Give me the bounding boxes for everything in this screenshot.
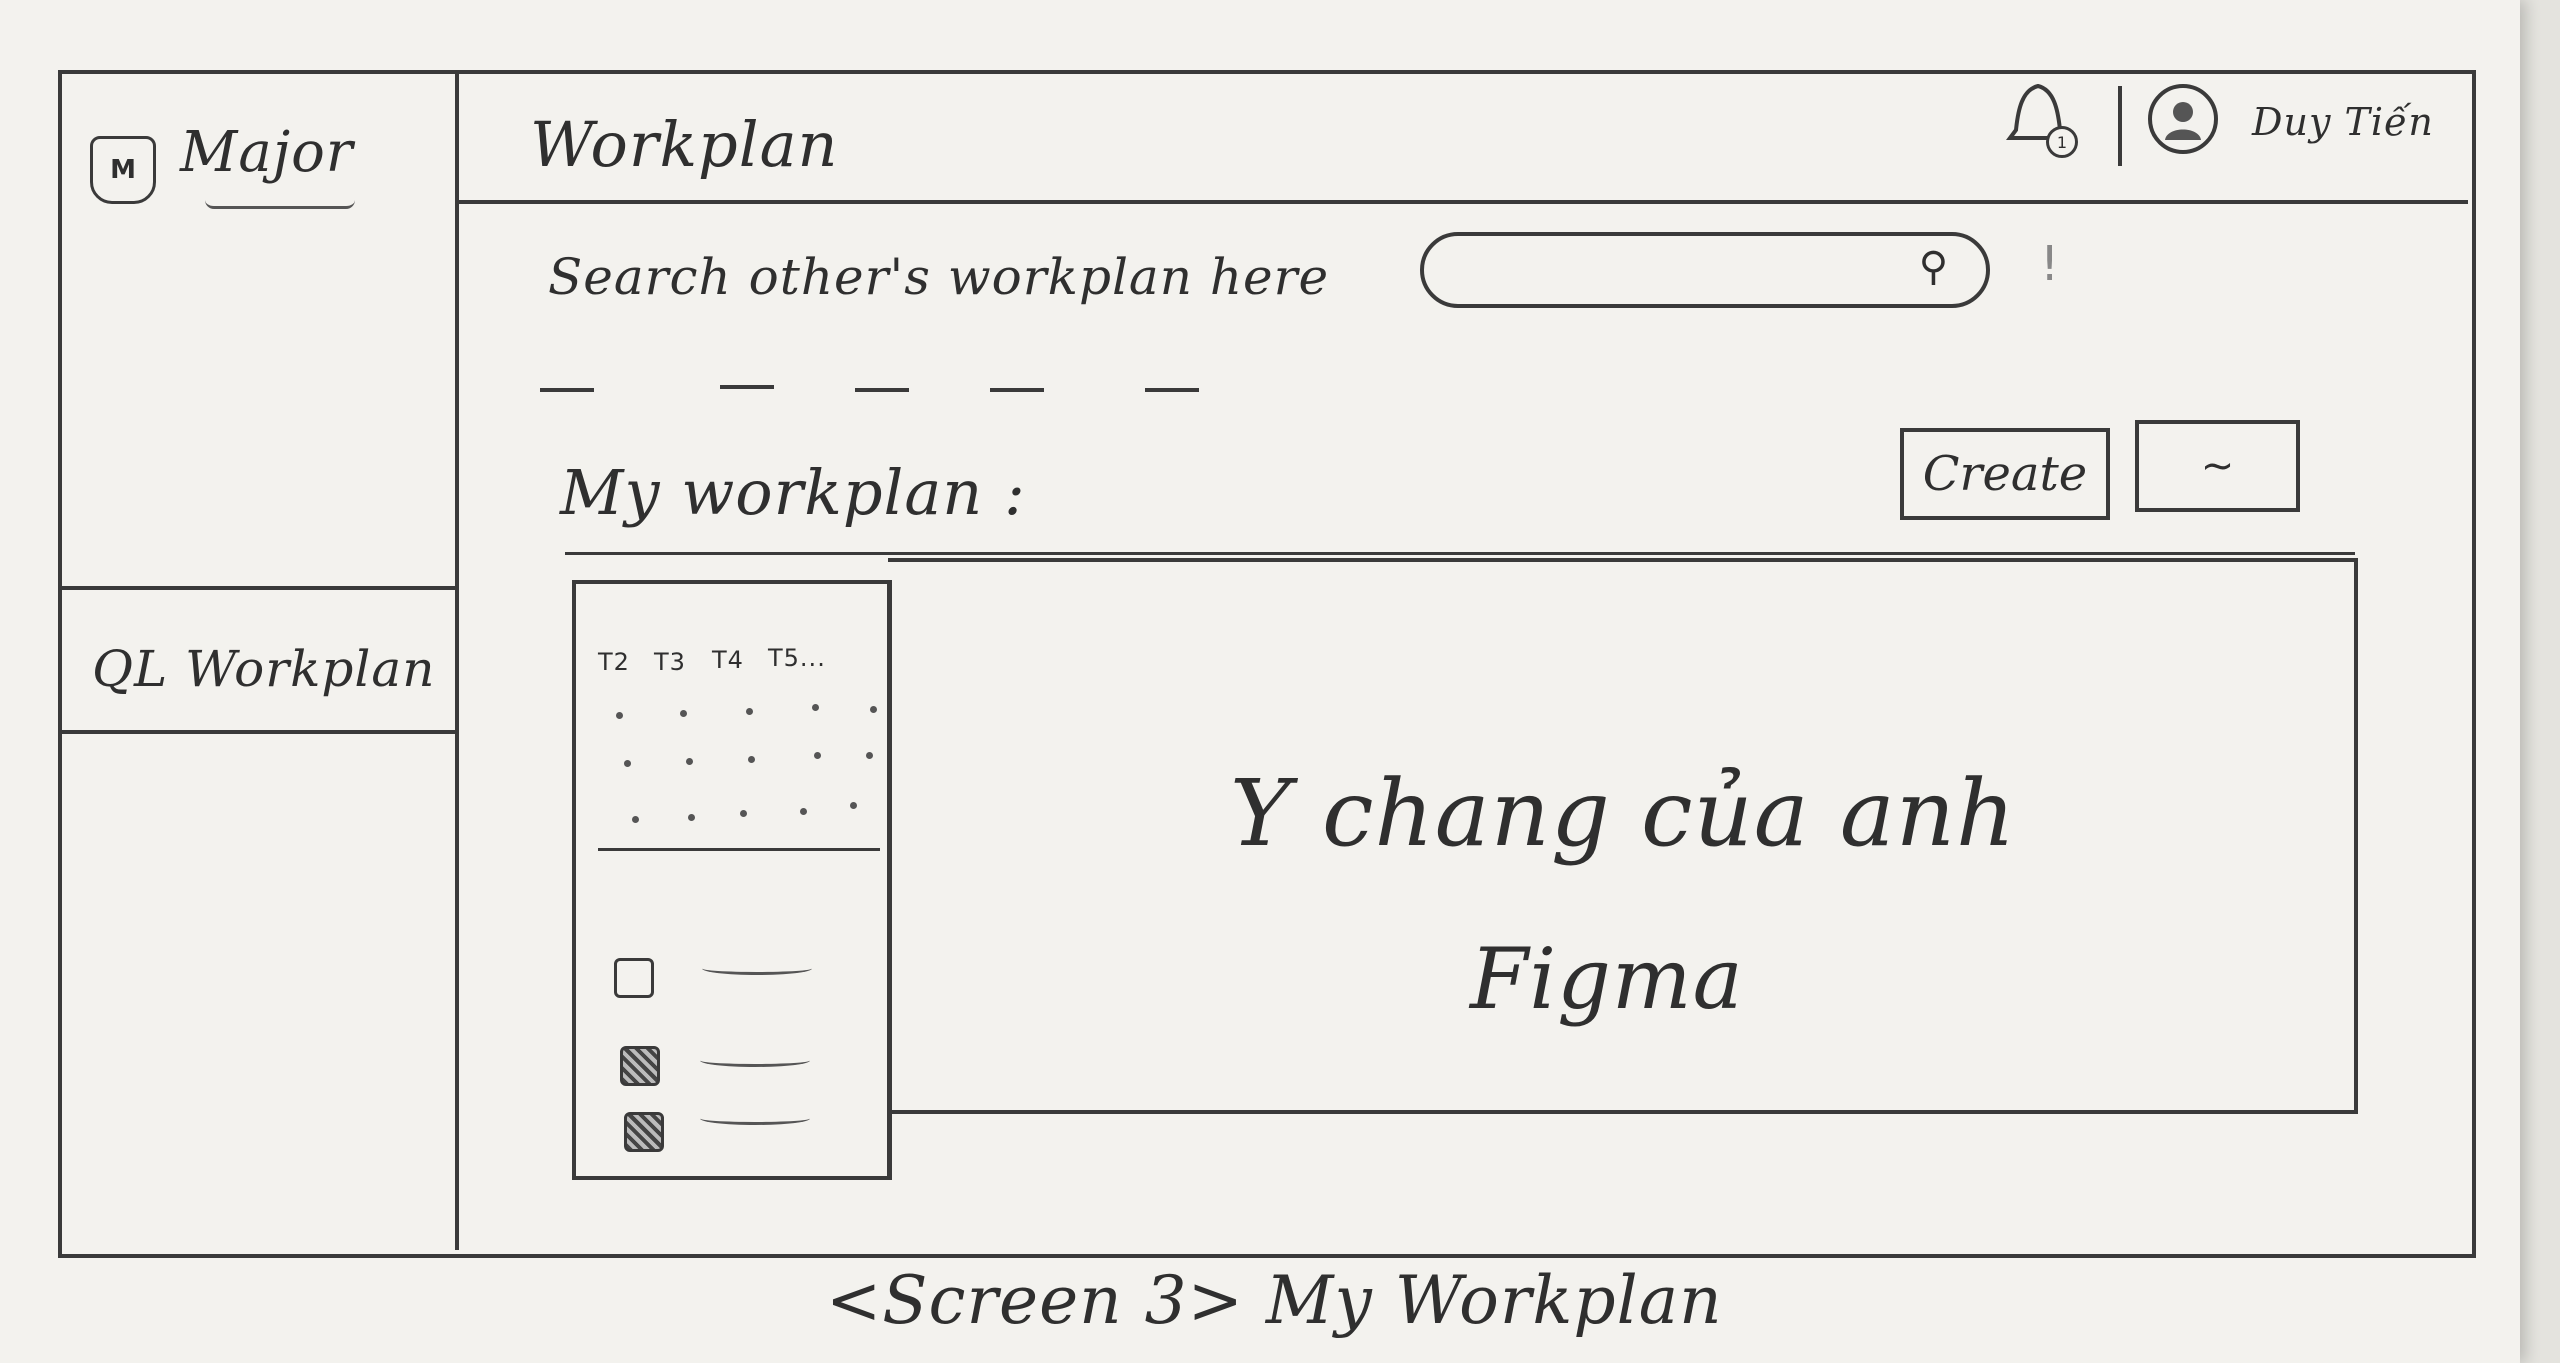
- calendar-day-label: T2: [598, 648, 630, 676]
- user-name[interactable]: Duy Tiến: [2252, 100, 2434, 144]
- calendar-day[interactable]: [616, 712, 623, 719]
- calendar-divider: [598, 848, 880, 851]
- notification-bell-icon[interactable]: 1: [2002, 80, 2078, 158]
- logo-icon: M: [90, 136, 156, 204]
- screen-caption: <Screen 3> My Workplan: [826, 1262, 1723, 1339]
- task-label: [700, 1112, 810, 1125]
- dash-separator: [1145, 388, 1199, 392]
- search-input[interactable]: ⚲: [1420, 232, 1990, 308]
- page-title: Workplan: [530, 108, 839, 181]
- task-label: [700, 1054, 810, 1067]
- dash-separator: [720, 385, 774, 389]
- notification-badge: 1: [2046, 126, 2078, 158]
- calendar-day[interactable]: [866, 752, 873, 759]
- user-icon: [2165, 102, 2201, 140]
- calendar-day[interactable]: [812, 704, 819, 711]
- calendar-day-label: T5...: [768, 644, 826, 672]
- calendar-day[interactable]: [740, 810, 747, 817]
- sidebar-item-ql-workplan[interactable]: QL Workplan: [92, 640, 435, 698]
- placeholder-note: Y chang của anh: [1230, 760, 2017, 867]
- search-cursor-mark: !: [2040, 236, 2061, 292]
- task-label: [702, 962, 812, 975]
- calendar-day[interactable]: [814, 752, 821, 759]
- search-icon[interactable]: ⚲: [1919, 244, 1948, 290]
- create-button[interactable]: Create: [1900, 428, 2110, 520]
- logo-underline: [205, 200, 355, 209]
- my-workplan-title: My workplan :: [560, 456, 1026, 529]
- calendar-day[interactable]: [748, 756, 755, 763]
- calendar-day[interactable]: [746, 708, 753, 715]
- dash-separator: [855, 388, 909, 392]
- task-checkbox[interactable]: [624, 1112, 664, 1152]
- calendar-day[interactable]: [624, 760, 631, 767]
- calendar-day-label: T4: [712, 646, 744, 674]
- section-divider: [565, 552, 2355, 555]
- sidebar-divider: [455, 72, 459, 1250]
- logo-name: Major: [180, 120, 354, 185]
- calendar-day[interactable]: [686, 758, 693, 765]
- calendar-day[interactable]: [800, 808, 807, 815]
- placeholder-note-figma: Figma: [1470, 930, 1744, 1028]
- calendar-day[interactable]: [870, 706, 877, 713]
- dash-separator: [990, 388, 1044, 392]
- sidebar-separator-top: [62, 586, 457, 590]
- calendar-day[interactable]: [850, 802, 857, 809]
- calendar-day-label: T3: [654, 648, 686, 676]
- sidebar-separator-bottom: [62, 730, 457, 734]
- header-user-separator: [2118, 86, 2122, 166]
- task-checkbox[interactable]: [614, 958, 654, 998]
- search-label: Search other's workplan here: [548, 248, 1330, 306]
- avatar[interactable]: [2148, 84, 2218, 154]
- calendar-day[interactable]: [680, 710, 687, 717]
- more-button[interactable]: ~: [2135, 420, 2300, 512]
- header-divider: [459, 200, 2468, 204]
- dash-separator: [540, 388, 594, 392]
- calendar-day[interactable]: [632, 816, 639, 823]
- calendar-day[interactable]: [688, 814, 695, 821]
- task-checkbox[interactable]: [620, 1046, 660, 1086]
